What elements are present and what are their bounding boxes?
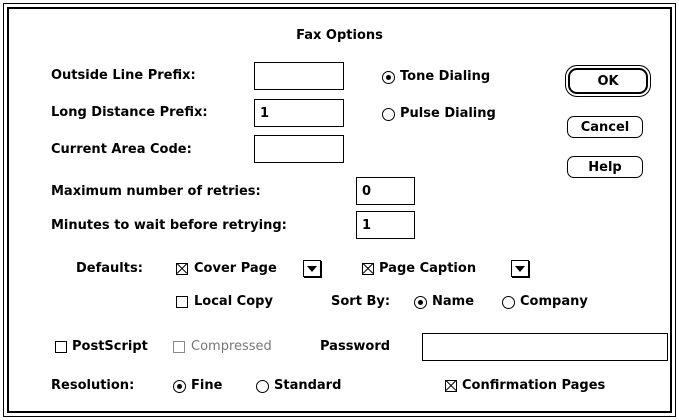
long-distance-prefix-label: Long Distance Prefix: xyxy=(51,105,208,120)
sort-by-company-label[interactable]: Company xyxy=(520,294,588,310)
ok-button[interactable]: OK xyxy=(568,68,648,94)
defaults-label: Defaults: xyxy=(76,261,143,276)
compressed-label: Compressed xyxy=(191,339,272,354)
cancel-button[interactable]: Cancel xyxy=(567,116,643,138)
resolution-fine-radio[interactable] xyxy=(173,380,186,393)
minutes-wait-field[interactable]: 1 xyxy=(356,211,415,239)
max-retries-label: Maximum number of retries: xyxy=(51,184,261,199)
current-area-code-label: Current Area Code: xyxy=(51,142,192,157)
resolution-label: Resolution: xyxy=(51,378,135,393)
compressed-checkbox xyxy=(173,341,185,353)
max-retries-field[interactable]: 0 xyxy=(356,177,415,205)
long-distance-prefix-field[interactable]: 1 xyxy=(254,99,344,127)
minutes-wait-label: Minutes to wait before retrying: xyxy=(51,218,287,233)
confirmation-pages-label[interactable]: Confirmation Pages xyxy=(462,378,605,394)
sort-by-name-label[interactable]: Name xyxy=(432,294,474,310)
password-field[interactable] xyxy=(422,333,668,361)
password-label: Password xyxy=(320,339,391,354)
tone-dialing-radio[interactable] xyxy=(382,71,395,84)
tone-dialing-label[interactable]: Tone Dialing xyxy=(400,69,490,85)
local-copy-label[interactable]: Local Copy xyxy=(194,294,273,310)
resolution-standard-label[interactable]: Standard xyxy=(274,378,341,394)
resolution-fine-label[interactable]: Fine xyxy=(191,378,222,394)
confirmation-pages-checkbox[interactable] xyxy=(445,380,457,392)
cover-page-dropdown[interactable] xyxy=(303,260,321,277)
sort-by-label: Sort By: xyxy=(331,294,391,309)
help-button[interactable]: Help xyxy=(567,156,643,178)
outside-line-prefix-field[interactable] xyxy=(254,62,344,90)
dialog-title: Fax Options xyxy=(296,28,383,43)
outside-line-prefix-label: Outside Line Prefix: xyxy=(51,68,196,83)
page-caption-label[interactable]: Page Caption xyxy=(379,261,476,277)
sort-by-name-radio[interactable] xyxy=(414,296,427,309)
current-area-code-field[interactable] xyxy=(254,135,344,163)
pulse-dialing-radio[interactable] xyxy=(382,108,395,121)
cover-page-label[interactable]: Cover Page xyxy=(194,261,277,277)
postscript-checkbox[interactable] xyxy=(55,341,67,353)
page-caption-dropdown[interactable] xyxy=(511,260,529,277)
postscript-label[interactable]: PostScript xyxy=(72,339,148,355)
local-copy-checkbox[interactable] xyxy=(176,296,188,308)
cover-page-checkbox[interactable] xyxy=(176,263,188,275)
page-caption-checkbox[interactable] xyxy=(362,263,374,275)
sort-by-company-radio[interactable] xyxy=(502,296,515,309)
resolution-standard-radio[interactable] xyxy=(256,380,269,393)
pulse-dialing-label[interactable]: Pulse Dialing xyxy=(400,106,496,122)
